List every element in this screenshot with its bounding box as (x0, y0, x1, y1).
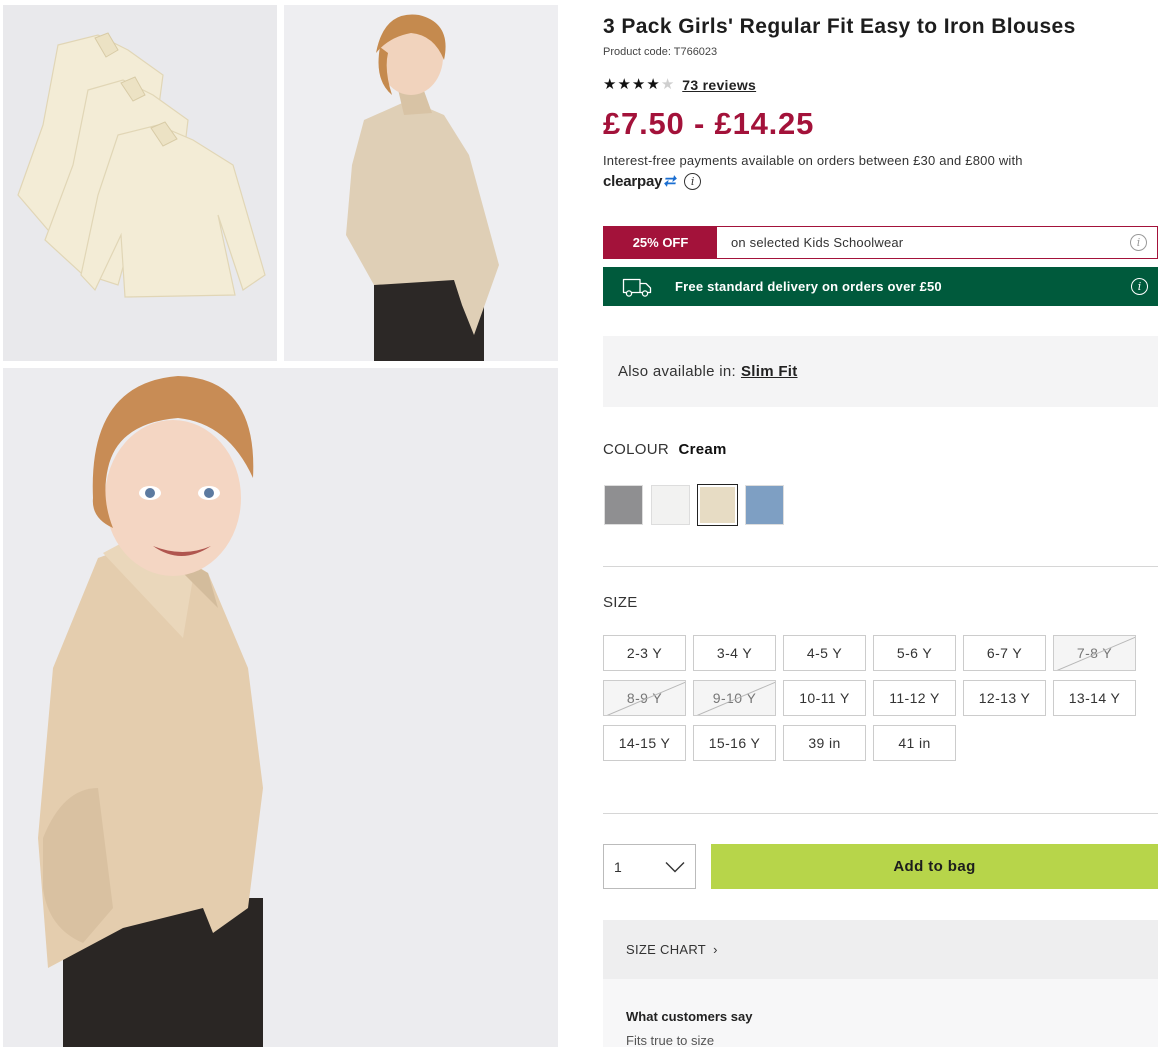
promo-banner: 25% OFF on selected Kids Schoolwear i (603, 226, 1158, 259)
chevron-down-icon (665, 861, 685, 872)
quantity-value: 1 (614, 858, 622, 875)
size-option[interactable]: 11-12 Y (873, 680, 956, 716)
truck-icon (622, 278, 652, 297)
size-option-unavailable[interactable]: 9-10 Y (693, 680, 776, 716)
also-available-box: Also available in: Slim Fit (603, 336, 1158, 407)
size-option[interactable]: 10-11 Y (783, 680, 866, 716)
selected-colour: Cream (678, 441, 727, 458)
size-option[interactable]: 41 in (873, 725, 956, 761)
size-chart-toggle[interactable]: SIZE CHART › (603, 920, 1158, 979)
size-option[interactable]: 15-16 Y (693, 725, 776, 761)
star-empty-icon: ★ (660, 76, 675, 93)
size-option-unavailable[interactable]: 7-8 Y (1053, 635, 1136, 671)
clearpay-mark-icon: ⮂ (663, 173, 676, 190)
star-icon: ★ (631, 76, 646, 93)
size-option-unavailable[interactable]: 8-9 Y (603, 680, 686, 716)
installments-text: Interest-free payments available on orde… (603, 153, 1023, 168)
girl-front-view-illustration (38, 376, 263, 1047)
product-image-back-view[interactable] (284, 5, 558, 361)
colour-swatch[interactable] (745, 485, 784, 525)
clearpay-row: clearpay⮂ i (603, 173, 702, 190)
size-chart-label: SIZE CHART (626, 942, 707, 957)
size-option[interactable]: 5-6 Y (873, 635, 956, 671)
size-option[interactable]: 14-15 Y (603, 725, 686, 761)
colour-swatch[interactable] (604, 485, 643, 525)
product-code-row: Product code: T766023 (603, 46, 717, 58)
promo-badge: 25% OFF (604, 227, 717, 258)
clearpay-logo: clearpay⮂ (603, 173, 676, 190)
customer-feedback: What customers say Fits true to size (603, 979, 1158, 1047)
delivery-text: Free standard delivery on orders over £5… (675, 279, 942, 294)
size-option[interactable]: 3-4 Y (693, 635, 776, 671)
colour-swatches (604, 484, 784, 526)
colour-swatch[interactable] (697, 484, 738, 526)
info-icon[interactable]: i (1131, 278, 1148, 295)
star-icon: ★ (646, 76, 660, 93)
size-options: 2-3 Y 3-4 Y 4-5 Y 5-6 Y 6-7 Y 7-8 Y 8-9 Y 9-10 … (603, 635, 1163, 761)
size-option[interactable]: 2-3 Y (603, 635, 686, 671)
product-code: T766023 (673, 46, 718, 58)
product-image-flat-lay[interactable] (3, 5, 277, 361)
divider (603, 813, 1158, 814)
size-option[interactable]: 13-14 Y (1053, 680, 1136, 716)
product-code-label: Product code: (603, 46, 671, 58)
divider (603, 566, 1158, 567)
size-option[interactable]: 12-13 Y (963, 680, 1046, 716)
also-available-label: Also available in: (618, 363, 736, 380)
product-image-front-view[interactable] (3, 368, 558, 1047)
reviews-link[interactable]: 73 reviews (682, 77, 756, 93)
size-option[interactable]: 4-5 Y (783, 635, 866, 671)
colour-label-row: COLOUR Cream (603, 441, 727, 458)
star-rating: ★ ★ ★ ★ ★ (603, 77, 674, 93)
info-icon[interactable]: i (1130, 234, 1147, 251)
product-title: 3 Pack Girls' Regular Fit Easy to Iron B… (603, 15, 1076, 38)
size-label: SIZE (603, 594, 638, 611)
delivery-banner: Free standard delivery on orders over £5… (603, 267, 1158, 306)
promo-text: on selected Kids Schoolwear (731, 235, 904, 250)
slim-fit-link[interactable]: Slim Fit (741, 363, 798, 380)
info-icon[interactable]: i (684, 173, 702, 190)
star-icon: ★ (603, 76, 617, 93)
star-icon: ★ (617, 76, 631, 93)
size-option[interactable]: 39 in (783, 725, 866, 761)
colour-swatch[interactable] (651, 485, 690, 525)
blouses-flat-lay-illustration (17, 32, 266, 298)
girl-back-view-illustration (346, 14, 499, 361)
add-to-bag-button[interactable]: Add to bag (711, 844, 1158, 889)
customers-summary: Fits true to size (626, 1033, 715, 1047)
chevron-right-icon: › (713, 942, 718, 957)
size-option[interactable]: 6-7 Y (963, 635, 1046, 671)
quantity-select[interactable]: 1 (603, 844, 696, 889)
colour-label: COLOUR (603, 441, 669, 458)
price: £7.50 - £14.25 (603, 106, 815, 141)
customers-title: What customers say (626, 1009, 753, 1024)
rating: ★ ★ ★ ★ ★ 73 reviews (603, 77, 756, 94)
